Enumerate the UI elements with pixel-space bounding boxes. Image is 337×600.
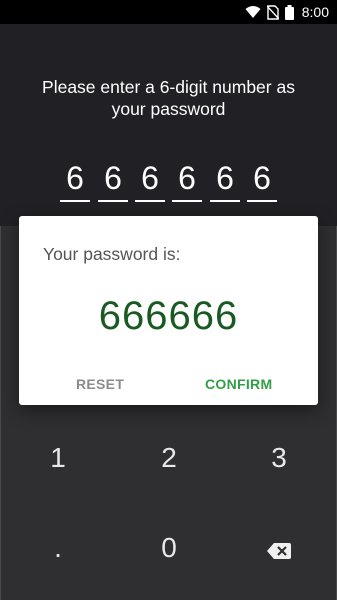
wifi-icon [245,5,261,19]
password-confirm-dialog: Your password is: 666666 RESET CONFIRM [19,216,318,405]
confirm-button[interactable]: CONFIRM [205,376,272,392]
key-0[interactable]: 0 [113,510,225,586]
key-1[interactable]: 1 [2,420,114,496]
key-3[interactable]: 3 [223,420,335,496]
prompt-line-1: Please enter a 6-digit number as [42,77,295,97]
password-value: 666666 [98,294,239,338]
no-sim-icon [266,4,279,20]
key-2[interactable]: 2 [113,420,225,496]
digit-box[interactable]: 6 [98,156,128,202]
backspace-icon [267,512,291,588]
digit-box[interactable]: 6 [135,156,165,202]
key-dot[interactable]: . [2,510,114,586]
reset-button[interactable]: RESET [76,376,124,392]
dialog-title: Your password is: [43,244,181,264]
password-prompt: Please enter a 6-digit number as your pa… [0,76,337,120]
digit-box[interactable]: 6 [172,156,202,202]
digit-box[interactable]: 6 [60,156,90,202]
status-bar: 8:00 [0,0,337,24]
prompt-line-2: your password [111,99,226,119]
digit-box[interactable]: 6 [247,156,277,202]
status-time: 8:00 [301,4,329,20]
battery-icon [284,4,294,20]
backspace-key[interactable] [223,510,335,586]
digit-box[interactable]: 6 [210,156,240,202]
digit-entry-row: 6 6 6 6 6 6 [0,156,337,204]
